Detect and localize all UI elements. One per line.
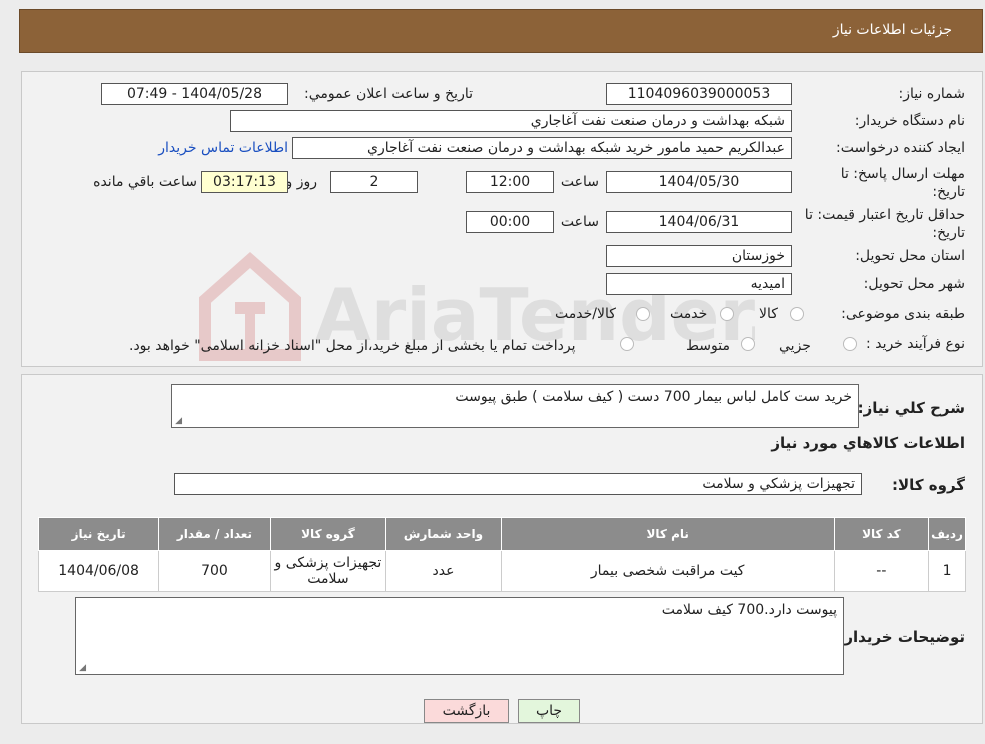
cell-goods-name: کيت مراقبت شخصی بيمار (500, 550, 835, 592)
page-title: جزئيات اطلاعات نياز (832, 22, 952, 38)
table-row: 1 -- کيت مراقبت شخصی بيمار عدد تجهيزات پ… (37, 550, 966, 592)
cell-goods-group: تجهيزات پزشکی و سلامت (269, 550, 387, 592)
price-validity-label: حداقل تاريخ اعتبار قيمت: تا تاريخ: (804, 207, 965, 241)
days-field: 2 (330, 171, 418, 193)
remaining-time-field: 03:17:13 (201, 171, 288, 193)
requester-label: ايجاد کننده درخواست: (836, 140, 965, 156)
delivery-city-label: شهر محل تحويل: (863, 276, 965, 292)
col-header-goods-code: کد کالا (833, 517, 930, 551)
validity-date-field: 1404/06/31 (606, 211, 792, 233)
process-type-label: نوع فرآيند خريد : (866, 336, 965, 352)
validity-time-field: 00:00 (466, 211, 554, 233)
col-header-quantity: تعداد / مقدار (158, 517, 271, 551)
col-header-unit: واحد شمارش (385, 517, 502, 551)
cell-goods-code: -- (833, 550, 930, 592)
cell-row-number: 1 (928, 550, 966, 592)
validity-time-label: ساعت (560, 214, 599, 230)
goods-info-title: اطلاعات کالاهاي مورد نياز (771, 434, 965, 452)
process-option-minor: جزيي (779, 338, 811, 354)
province-field: خوزستان (606, 245, 792, 267)
description-textarea[interactable]: خريد ست کامل لباس بيمار 700 دست ( کيف سل… (171, 384, 859, 428)
process-radio-medium[interactable] (741, 337, 755, 351)
resize-grip-icon[interactable]: ◢ (78, 664, 86, 673)
back-button[interactable]: بازگشت (424, 699, 509, 723)
items-table-header-row: رديف کد کالا نام کالا واحد شمارش گروه کا… (37, 517, 966, 551)
description-text: خريد ست کامل لباس بيمار 700 دست ( کيف سل… (455, 389, 852, 405)
need-number-label: شماره نياز: (898, 86, 966, 102)
cell-quantity: 700 (158, 550, 271, 592)
cell-need-date: 1404/06/08 (37, 550, 160, 592)
buyer-org-label: نام دستگاه خريدار: (854, 113, 965, 129)
announce-datetime-field: 1404/05/28 - 07:49 (101, 83, 288, 105)
buyer-notes-textarea[interactable]: پيوست دارد.700 کيف سلامت ◢ (75, 597, 844, 675)
process-option-medium: متوسط (686, 338, 730, 354)
goods-group-field: تجهيزات پزشکي و سلامت (174, 473, 862, 495)
process-note-checkbox[interactable] (620, 337, 634, 351)
col-header-need-date: تاريخ نياز (37, 517, 160, 551)
remaining-label: ساعت باقي مانده (93, 174, 197, 190)
buyer-notes-text: پيوست دارد.700 کيف سلامت (661, 602, 837, 618)
category-option-goods: کالا (759, 306, 778, 322)
col-header-row-number: رديف (928, 517, 966, 551)
buyer-org-field: شبکه بهداشت و درمان صنعت نفت آغاجاري (230, 110, 792, 132)
category-radio-goods[interactable] (790, 307, 804, 321)
goods-group-label: گروه کالا: (892, 476, 965, 494)
need-number-field: 1104096039000053 (606, 83, 792, 105)
cell-unit: عدد (385, 550, 502, 592)
buyer-contact-link[interactable]: اطلاعات تماس خريدار (158, 140, 288, 156)
print-button[interactable]: چاپ (518, 699, 580, 723)
send-date-field: 1404/05/30 (606, 171, 792, 193)
category-label: طبقه بندی موضوعی: (841, 306, 965, 322)
buyer-notes-label: توضيحات خريدار: (838, 628, 965, 646)
send-deadline-label: مهلت ارسال پاسخ: تا تاريخ: (840, 166, 965, 200)
requester-field: عبدالکريم حميد مامور خريد شبکه بهداشت و … (292, 137, 792, 159)
page-header: جزئيات اطلاعات نياز (19, 9, 983, 53)
category-option-service: خدمت (670, 306, 708, 322)
city-field: اميديه (606, 273, 792, 295)
send-time-label: ساعت (560, 174, 599, 190)
announce-datetime-label: تاريخ و ساعت اعلان عمومي: (304, 86, 473, 102)
resize-grip-icon[interactable]: ◢ (174, 417, 182, 426)
category-radio-goods-service[interactable] (636, 307, 650, 321)
process-radio-minor[interactable] (843, 337, 857, 351)
send-time-field: 12:00 (466, 171, 554, 193)
description-label: شرح کلي نياز: (857, 399, 965, 417)
process-note: پرداخت تمام يا بخشی از مبلغ خريد،از محل … (129, 338, 576, 354)
category-radio-service[interactable] (720, 307, 734, 321)
items-table: رديف کد کالا نام کالا واحد شمارش گروه کا… (37, 517, 966, 592)
col-header-goods-group: گروه کالا (269, 517, 387, 551)
day-and-label: روز و (285, 174, 318, 190)
delivery-province-label: استان محل تحويل: (855, 248, 965, 264)
category-option-goods-service: کالا/خدمت (555, 306, 616, 322)
col-header-goods-name: نام کالا (500, 517, 835, 551)
